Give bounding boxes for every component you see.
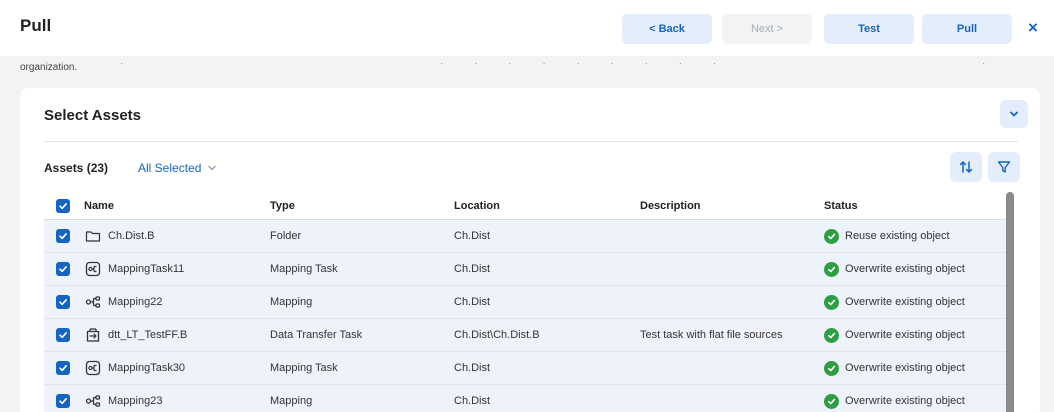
column-header-description[interactable]: Description <box>640 192 701 219</box>
assets-table: Name Type Location Description Status Ch… <box>44 192 1006 412</box>
asset-status: Overwrite existing object <box>845 329 965 341</box>
select-assets-card: Select Assets Assets (23) All Selected N… <box>20 88 1040 412</box>
asset-type: Folder <box>270 230 302 242</box>
asset-name: dtt_LT_TestFF.B <box>108 329 188 341</box>
divider <box>44 141 1018 142</box>
check-icon <box>59 332 67 339</box>
selection-label: All Selected <box>138 161 202 175</box>
row-checkbox[interactable] <box>56 361 70 375</box>
dialog-header: Pull < Back Next > Test Pull × <box>0 0 1054 56</box>
scrollbar-thumb[interactable] <box>1006 192 1014 412</box>
asset-type: Mapping Task <box>270 362 338 374</box>
table-row[interactable]: MappingTask11 Mapping Task Ch.Dist Overw… <box>44 253 1006 286</box>
asset-location: Ch.Dist <box>454 362 491 374</box>
table-row[interactable]: Mapping23 Mapping Ch.Dist Overwrite exis… <box>44 385 1006 412</box>
column-header-name[interactable]: Name <box>84 192 114 219</box>
asset-status: Overwrite existing object <box>845 395 965 407</box>
sort-icon <box>959 161 973 173</box>
mapping-icon <box>84 392 102 410</box>
table-header-row: Name Type Location Description Status <box>44 192 1006 220</box>
intro-text: organization. <box>20 62 78 73</box>
selection-dropdown[interactable]: All Selected <box>138 161 217 175</box>
asset-name: MappingTask30 <box>108 362 186 374</box>
asset-status: Overwrite existing object <box>845 263 965 275</box>
column-header-type[interactable]: Type <box>270 192 295 219</box>
asset-name: Ch.Dist.B <box>108 230 155 242</box>
check-icon <box>59 365 67 372</box>
asset-location: Ch.Dist <box>454 395 491 407</box>
asset-name: Mapping23 <box>108 395 163 407</box>
table-row[interactable]: Mapping22 Mapping Ch.Dist Overwrite exis… <box>44 286 1006 319</box>
asset-description: Test task with flat file sources <box>640 329 783 341</box>
folder-icon <box>84 227 102 245</box>
faded-text-dots: · <box>982 58 1000 69</box>
mapping-task-icon <box>84 260 102 278</box>
success-check-icon <box>824 228 839 244</box>
success-check-icon <box>824 360 839 376</box>
back-button[interactable]: < Back <box>622 14 712 44</box>
card-title: Select Assets <box>44 107 142 124</box>
check-icon <box>59 398 67 405</box>
column-header-status[interactable]: Status <box>824 192 858 219</box>
faded-text-dots: · · · · · · · · · <box>440 58 731 69</box>
table-row[interactable]: Ch.Dist.B Folder Ch.Dist Reuse existing … <box>44 220 1006 253</box>
asset-status: Overwrite existing object <box>845 362 965 374</box>
page-title: Pull <box>20 16 52 35</box>
select-all-checkbox[interactable] <box>56 198 70 213</box>
asset-type: Mapping <box>270 296 313 308</box>
asset-status: Overwrite existing object <box>845 296 965 308</box>
asset-type: Data Transfer Task <box>270 329 363 341</box>
asset-location: Ch.Dist <box>454 230 491 242</box>
check-icon <box>59 299 67 306</box>
asset-location: Ch.Dist <box>454 263 491 275</box>
asset-status: Reuse existing object <box>845 230 950 242</box>
table-row[interactable]: dtt_LT_TestFF.B Data Transfer Task Ch.Di… <box>44 319 1006 352</box>
faded-text-dots: · <box>120 58 138 69</box>
row-checkbox[interactable] <box>56 262 70 276</box>
asset-location: Ch.Dist\Ch.Dist.B <box>454 329 540 341</box>
row-checkbox[interactable] <box>56 229 70 243</box>
assets-count: Assets (23) <box>44 161 109 175</box>
asset-type: Mapping <box>270 395 313 407</box>
collapse-button[interactable] <box>1000 100 1028 128</box>
check-icon <box>59 266 67 273</box>
asset-location: Ch.Dist <box>454 296 491 308</box>
next-button[interactable]: Next > <box>722 14 812 44</box>
mapping-icon <box>84 293 102 311</box>
check-icon <box>59 233 67 240</box>
success-check-icon <box>824 327 839 343</box>
asset-name: Mapping22 <box>108 296 163 308</box>
asset-type: Mapping Task <box>270 263 338 275</box>
sort-button[interactable] <box>950 152 982 182</box>
pull-button[interactable]: Pull <box>922 14 1012 44</box>
chevron-down-icon <box>1010 111 1018 117</box>
filter-button[interactable] <box>988 152 1020 182</box>
row-checkbox[interactable] <box>56 394 70 408</box>
chevron-down-icon <box>208 165 217 171</box>
success-check-icon <box>824 261 839 277</box>
check-icon <box>59 202 67 209</box>
success-check-icon <box>824 294 839 310</box>
success-check-icon <box>824 393 839 409</box>
close-icon[interactable]: × <box>1021 16 1045 40</box>
table-row[interactable]: MappingTask30 Mapping Task Ch.Dist Overw… <box>44 352 1006 385</box>
data-transfer-task-icon <box>84 326 102 344</box>
row-checkbox[interactable] <box>56 328 70 342</box>
mapping-task-icon <box>84 359 102 377</box>
column-header-location[interactable]: Location <box>454 192 500 219</box>
filter-icon <box>997 161 1011 173</box>
test-button[interactable]: Test <box>824 14 914 44</box>
asset-name: MappingTask11 <box>108 263 185 275</box>
row-checkbox[interactable] <box>56 295 70 309</box>
